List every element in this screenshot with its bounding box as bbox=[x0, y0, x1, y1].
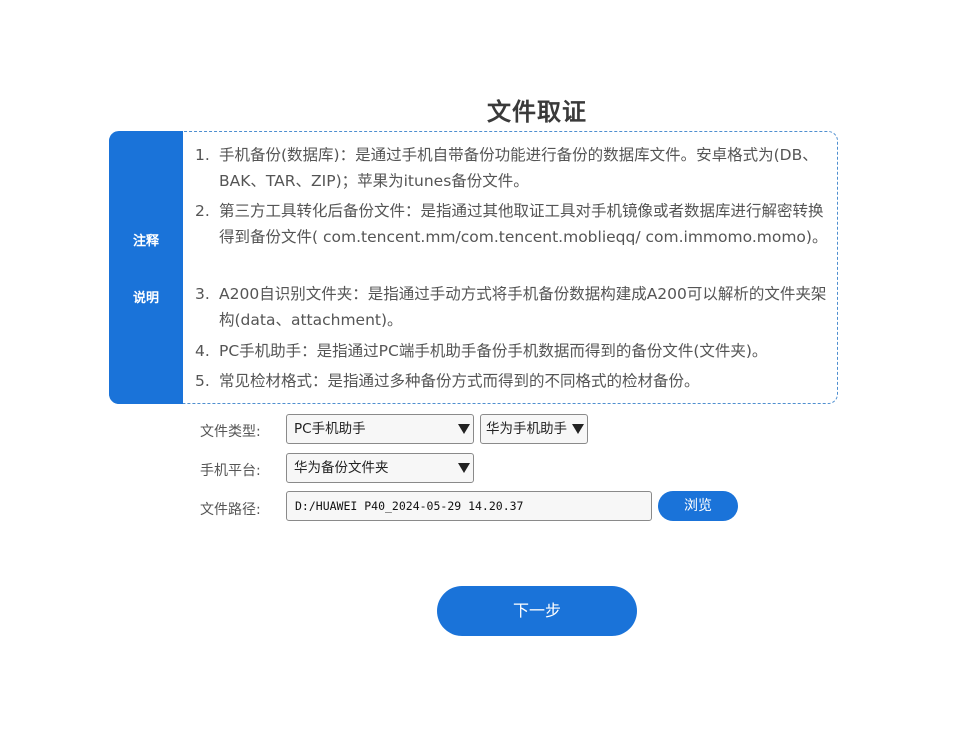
platform-value: 华为备份文件夹 bbox=[294, 460, 389, 476]
assistant-select[interactable]: 华为手机助手 bbox=[480, 414, 588, 444]
notes-side-label-2: 说明 bbox=[132, 291, 159, 306]
note-item: 3. A200自识别文件夹：是指通过手动方式将手机备份数据构建成A200可以解析… bbox=[195, 281, 830, 333]
note-item: 2. 第三方工具转化后备份文件：是指通过其他取证工具对手机镜像或者数据库进行解密… bbox=[195, 198, 830, 250]
note-number: 2. bbox=[195, 202, 210, 220]
notes-side-label-1: 注释 bbox=[132, 234, 159, 249]
note-text: 手机备份(数据库)：是通过手机自带备份功能进行备份的数据库文件。安卓格式为(DB… bbox=[219, 146, 818, 190]
note-number: 5. bbox=[195, 372, 210, 390]
note-item: 1. 手机备份(数据库)：是通过手机自带备份功能进行备份的数据库文件。安卓格式为… bbox=[195, 142, 830, 194]
note-text: 第三方工具转化后备份文件：是指通过其他取证工具对手机镜像或者数据库进行解密转换得… bbox=[219, 202, 828, 246]
file-type-label: 文件类型: bbox=[200, 424, 261, 440]
note-item: 5. 常见检材格式：是指通过多种备份方式而得到的不同格式的检材备份。 bbox=[195, 368, 830, 394]
file-type-select[interactable]: PC手机助手 bbox=[286, 414, 474, 444]
platform-select[interactable]: 华为备份文件夹 bbox=[286, 453, 474, 483]
dropdown-arrow-icon bbox=[572, 424, 584, 434]
file-type-value: PC手机助手 bbox=[294, 421, 366, 437]
path-label: 文件路径: bbox=[200, 502, 261, 518]
browse-button[interactable]: 浏览 bbox=[658, 491, 738, 521]
dropdown-arrow-icon bbox=[458, 463, 470, 473]
platform-label: 手机平台: bbox=[200, 463, 261, 479]
page-title: 文件取证 bbox=[487, 98, 587, 126]
note-text: 常见检材格式：是指通过多种备份方式而得到的不同格式的检材备份。 bbox=[219, 372, 700, 390]
dropdown-arrow-icon bbox=[458, 424, 470, 434]
notes-panel: 注释 说明 1. 手机备份(数据库)：是通过手机自带备份功能进行备份的数据库文件… bbox=[109, 131, 838, 404]
assistant-value: 华为手机助手 bbox=[486, 421, 567, 437]
note-item: 4. PC手机助手：是指通过PC端手机助手备份手机数据而得到的备份文件(文件夹)… bbox=[195, 338, 830, 364]
notes-side-bar: 注释 说明 bbox=[109, 131, 183, 404]
next-button[interactable]: 下一步 bbox=[437, 586, 637, 636]
note-number: 1. bbox=[195, 146, 210, 164]
note-number: 3. bbox=[195, 285, 210, 303]
path-input[interactable]: D:/HUAWEI P40_2024-05-29 14.20.37 bbox=[286, 491, 652, 521]
note-text: A200自识别文件夹：是指通过手动方式将手机备份数据构建成A200可以解析的文件… bbox=[219, 285, 827, 329]
note-text: PC手机助手：是指通过PC端手机助手备份手机数据而得到的备份文件(文件夹)。 bbox=[219, 342, 768, 360]
note-number: 4. bbox=[195, 342, 210, 360]
